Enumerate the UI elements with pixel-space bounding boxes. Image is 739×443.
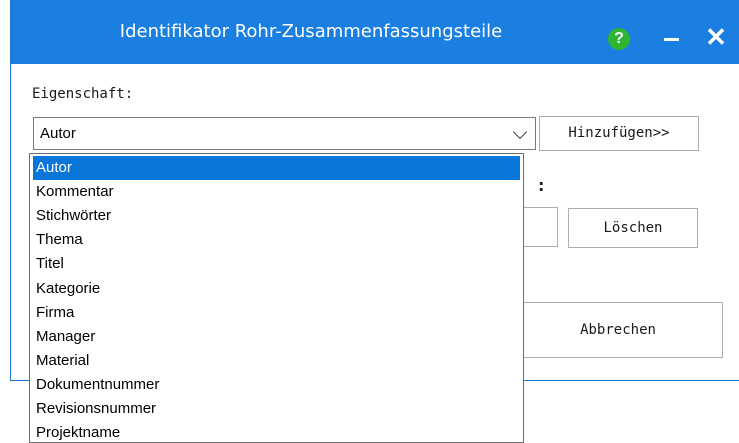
dropdown-item-thema[interactable]: Thema [33, 228, 520, 252]
dropdown-item-titel[interactable]: Titel [33, 252, 520, 276]
dropdown-item-manager[interactable]: Manager [33, 325, 520, 349]
close-icon[interactable]: ✕ [701, 20, 731, 54]
delete-button[interactable]: Löschen [568, 208, 698, 248]
dropdown-item-firma[interactable]: Firma [33, 301, 520, 325]
dropdown-item-projektname[interactable]: Projektname [33, 421, 520, 442]
dropdown-item-dokumentnummer[interactable]: Dokumentnummer [33, 373, 520, 397]
cancel-button[interactable]: Abbrechen [513, 302, 723, 358]
dropdown-item-kategorie[interactable]: Kategorie [33, 277, 520, 301]
help-icon[interactable]: ? [608, 28, 630, 50]
dropdown-item-revisionsnummer[interactable]: Revisionsnummer [33, 397, 520, 421]
dropdown-item-autor[interactable]: Autor [33, 156, 520, 180]
window-title: Identifikator Rohr-Zusammenfassungsteile [119, 21, 503, 42]
obscured-label-colon: : [538, 176, 545, 195]
dropdown-item-stichwoerter[interactable]: Stichwörter [33, 204, 520, 228]
dropdown-item-kommentar[interactable]: Kommentar [33, 180, 520, 204]
title-bar[interactable]: Identifikator Rohr-Zusammenfassungsteile… [11, 0, 739, 64]
add-button[interactable]: Hinzufügen>> [539, 116, 699, 151]
property-combobox[interactable]: Autor [33, 117, 536, 150]
property-combobox-value: Autor [40, 125, 76, 142]
minimize-icon[interactable] [657, 24, 687, 54]
dropdown-item-material[interactable]: Material [33, 349, 520, 373]
property-label: Eigenschaft: [32, 86, 134, 102]
property-dropdown-list[interactable]: Autor Kommentar Stichwörter Thema Titel … [29, 153, 524, 443]
chevron-down-icon[interactable] [512, 124, 528, 140]
